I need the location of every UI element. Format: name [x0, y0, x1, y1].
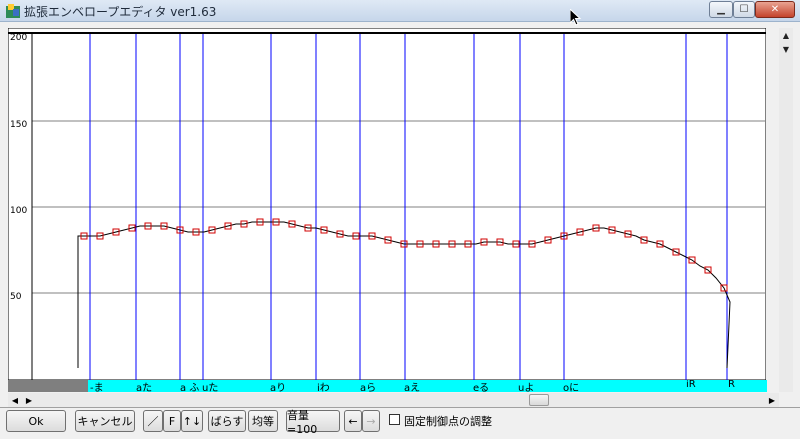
window-title: 拡張エンベロープエディタ ver1.63	[24, 5, 217, 19]
lyric-label: R	[728, 379, 735, 390]
updown-button[interactable]: ↑↓	[181, 410, 203, 432]
app-icon	[6, 4, 20, 18]
lyric-track[interactable]: -ま aた a ふ uた aり iわ aら aえ eる uよ oに iR R	[8, 379, 767, 394]
lyric-label: oに	[563, 383, 580, 394]
lyric-label: aた	[136, 383, 153, 394]
f-toggle-button[interactable]: F	[163, 410, 181, 432]
lyric-label: -ま	[90, 383, 104, 394]
y-axis-label: 100	[10, 206, 27, 216]
scatter-button[interactable]: ばらす	[208, 410, 246, 432]
scroll-right-end-arrow-icon[interactable]: ▶	[765, 393, 779, 407]
lyric-label: aら	[360, 383, 377, 394]
scroll-left-arrow-icon[interactable]: ◀	[8, 393, 22, 407]
y-axis-label: 50	[10, 292, 22, 302]
lyric-track-cyan: -ま aた a ふ uた aり iわ aら aえ eる uよ oに iR R	[88, 379, 767, 394]
close-button[interactable]: ✕	[755, 1, 795, 18]
title-bar: 拡張エンベロープエディタ ver1.63 ▁ ☐ ✕	[0, 0, 800, 22]
volume-button[interactable]: 音量=100	[286, 409, 340, 436]
lyric-label: iR	[686, 379, 696, 390]
scroll-thumb[interactable]	[529, 394, 549, 406]
fixed-control-checkbox[interactable]	[389, 414, 400, 425]
scroll-down-arrow-icon[interactable]: ▼	[779, 42, 793, 56]
line-tool-button[interactable]: ／	[143, 410, 163, 432]
equalize-button[interactable]: 均等	[248, 410, 278, 432]
maximize-button[interactable]: ☐	[733, 1, 755, 18]
toolbar-separator	[0, 407, 800, 408]
lyric-label: uた	[202, 383, 219, 394]
mouse-cursor-icon	[570, 9, 582, 26]
lyric-label: a ふ	[180, 383, 200, 394]
bottom-toolbar: Ok キャンセル ／ F ↑↓ ばらす 均等 音量=100 ← → 固定制御点の…	[0, 407, 800, 439]
right-arrow-button[interactable]: →	[362, 410, 380, 432]
vertical-scrollbar[interactable]: ▲ ▼	[779, 28, 793, 392]
y-axis-label: 150	[10, 120, 27, 130]
horizontal-scrollbar[interactable]: ◀ ▶ ▶	[8, 393, 779, 407]
envelope-graph[interactable]: 200 150 100 50	[8, 28, 766, 380]
lyric-label: uよ	[518, 383, 535, 394]
cancel-button[interactable]: キャンセル	[75, 410, 135, 432]
lyric-label: eる	[473, 383, 490, 394]
lyric-label: aえ	[404, 383, 421, 394]
scroll-right-arrow-icon[interactable]: ▶	[22, 393, 36, 407]
fixed-control-label: 固定制御点の調整	[404, 415, 492, 428]
scroll-up-arrow-icon[interactable]: ▲	[779, 28, 793, 42]
left-arrow-button[interactable]: ←	[344, 410, 362, 432]
lyric-label: iわ	[317, 383, 330, 394]
lyric-label: aり	[270, 383, 287, 394]
y-axis-label: 200	[10, 33, 27, 43]
ok-button[interactable]: Ok	[6, 410, 66, 432]
minimize-button[interactable]: ▁	[709, 1, 733, 18]
